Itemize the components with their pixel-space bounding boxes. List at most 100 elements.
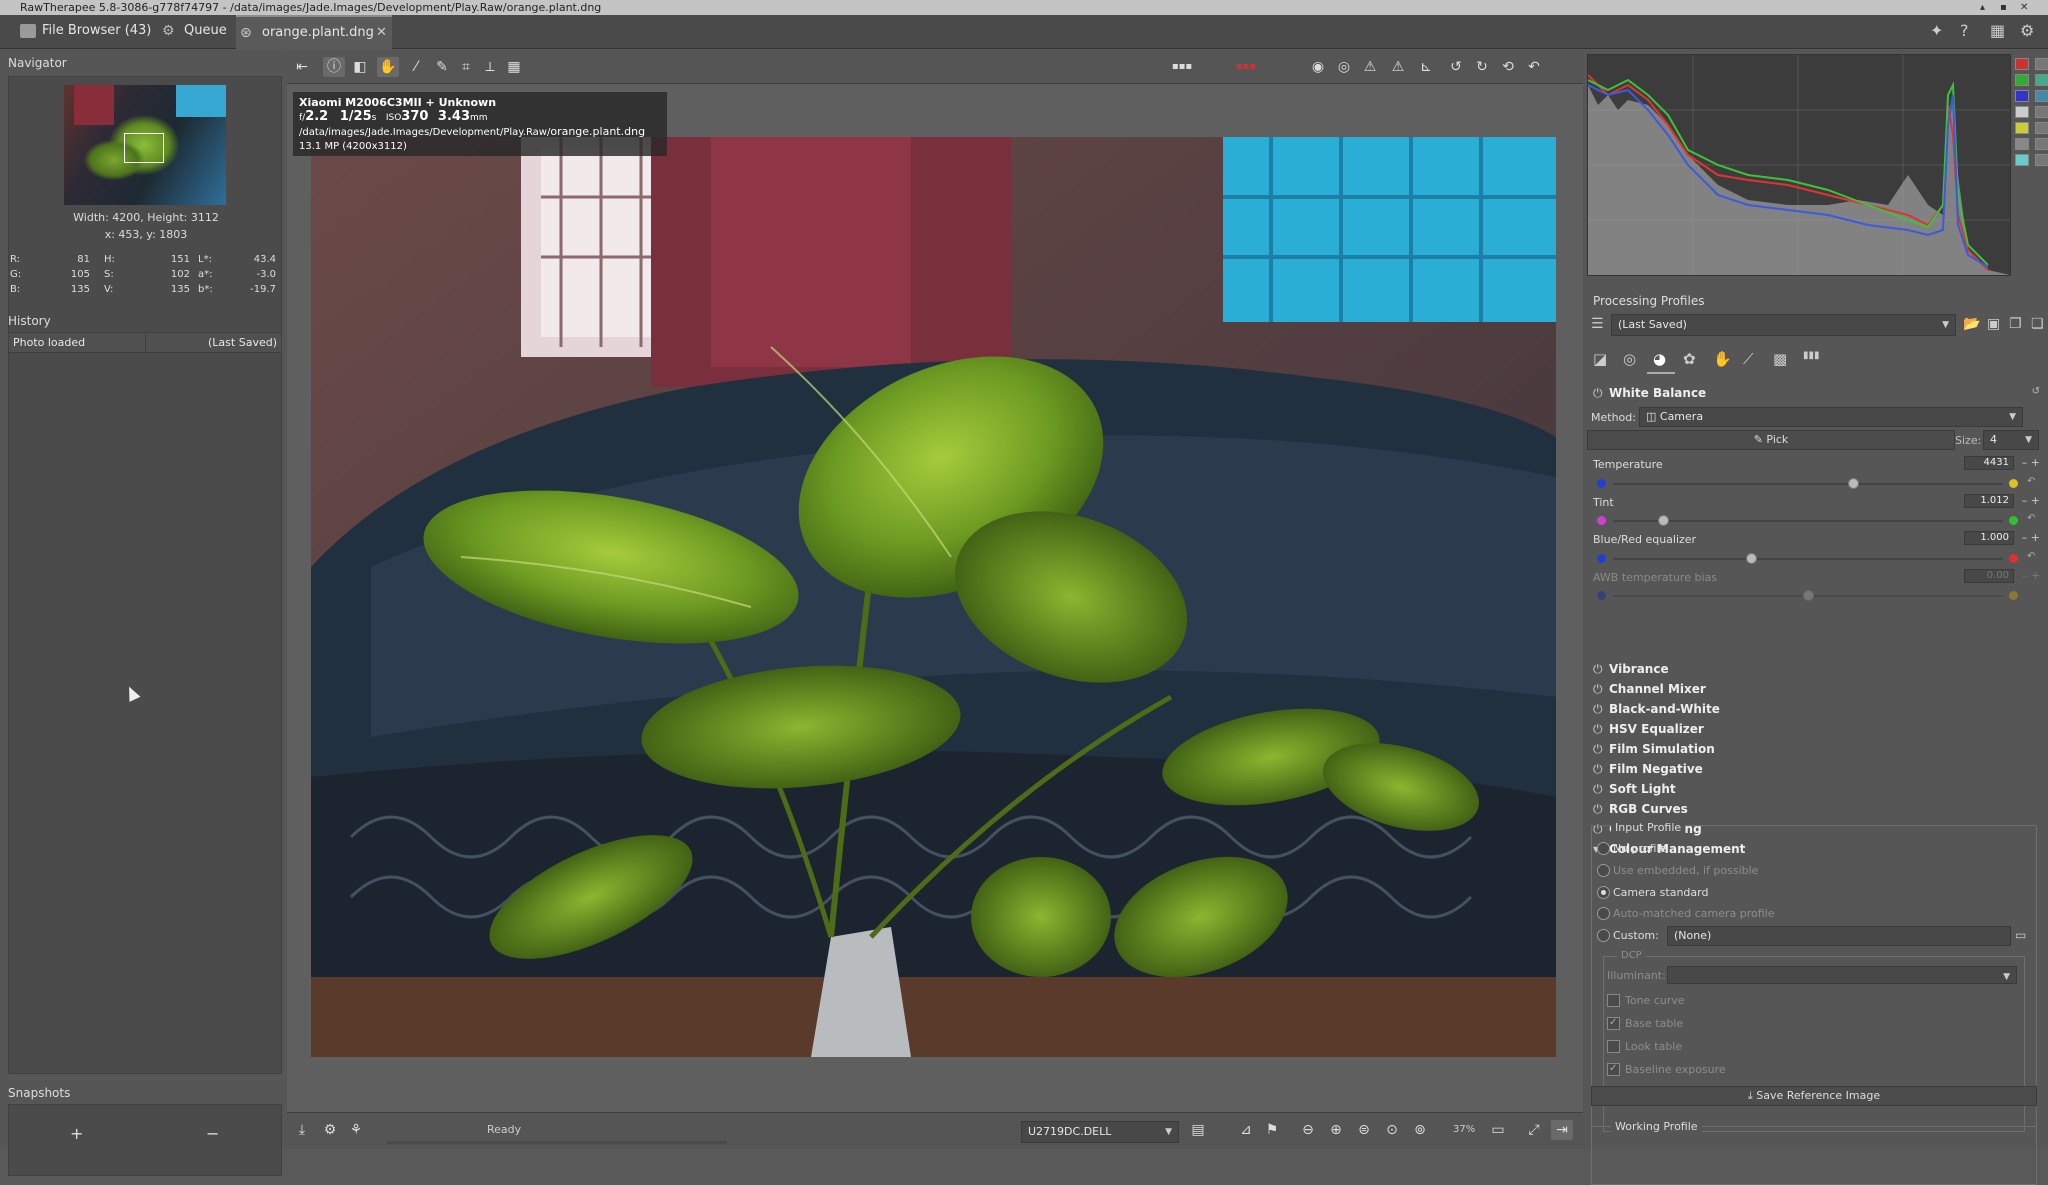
tab-advanced-icon[interactable]: ✿ <box>1683 350 1696 368</box>
rotate-right-icon[interactable]: ↻ <box>1471 57 1493 77</box>
shadow-clip-icon[interactable]: ◎ <box>1333 57 1355 77</box>
rotate-left-icon[interactable]: ↺ <box>1445 57 1467 77</box>
tab-queue[interactable]: ⚙ Queue <box>158 15 234 49</box>
power-icon[interactable]: ⏻ <box>1593 802 1603 817</box>
tool-header-channel-mixer[interactable]: ⏻ Channel Mixer <box>1593 682 1706 697</box>
histogram-toggle-icon[interactable]: ⊾ <box>1415 57 1437 77</box>
save-image-icon[interactable]: ⤓ <box>291 1120 313 1140</box>
custom-profile-field[interactable]: (None) <box>1667 926 2011 946</box>
tab-file-browser[interactable]: File Browser (43) <box>16 15 156 49</box>
open-profile-icon[interactable]: 📂 <box>1963 316 1980 332</box>
baseline-exposure-checkbox[interactable]: Baseline exposure <box>1607 1062 1726 1077</box>
zoom-in-icon[interactable]: ⊕ <box>1325 1120 1347 1140</box>
zoom-100-icon[interactable]: ⊚ <box>1409 1120 1431 1140</box>
rgb-channels-icon[interactable]: ▪▪▪ <box>1235 57 1257 77</box>
highlight-warning-icon[interactable]: ⚠ <box>1359 57 1381 77</box>
external-editor-icon[interactable]: ⚘ <box>345 1120 367 1140</box>
histogram-bar-toggle[interactable] <box>2035 58 2048 70</box>
tone-curve-checkbox[interactable]: Tone curve <box>1607 994 1685 1008</box>
copy-profile-icon[interactable]: ❐ <box>2009 316 2022 332</box>
profile-list-icon[interactable]: ☰ <box>1591 316 1604 332</box>
tool-header-rgb-curves[interactable]: ⏻ RGB Curves <box>1593 802 1688 817</box>
power-icon[interactable]: ⏻ <box>1593 662 1603 677</box>
histogram-blue-toggle[interactable] <box>2015 90 2029 102</box>
histogram-chroma-toggle[interactable] <box>2015 122 2029 134</box>
save-profile-icon[interactable]: ▣ <box>1987 316 2000 332</box>
remove-snapshot-button[interactable]: − <box>206 1124 219 1143</box>
processing-profile-select[interactable]: (Last Saved) ▼ <box>1611 314 1956 336</box>
tool-header-soft-light[interactable]: ⏻ Soft Light <box>1593 782 1676 797</box>
histogram-vectorscope-toggle[interactable] <box>2035 122 2048 134</box>
wb-pick-button[interactable]: ✎ Pick <box>1587 430 1955 450</box>
tool-header-film-negative[interactable]: ⏻ Film Negative <box>1593 762 1703 777</box>
temperature-value[interactable]: 4431 <box>1964 456 2014 470</box>
monitor-profile-select[interactable]: U2719DC.DELL ▼ <box>1021 1121 1179 1143</box>
tool-header-film-simulation[interactable]: ⏻ Film Simulation <box>1593 742 1715 757</box>
base-table-checkbox[interactable]: Base table <box>1607 1016 1683 1031</box>
tint-slider-knob[interactable] <box>1658 515 1670 526</box>
tool-header-vibrance[interactable]: ⏻ Vibrance <box>1593 662 1669 677</box>
send-to-queue-icon[interactable]: ⚙ <box>319 1120 341 1140</box>
tab-editor[interactable]: ⊛ orange.plant.dng ✕ <box>236 15 392 49</box>
power-icon[interactable]: ⏻ <box>1593 702 1603 717</box>
rendering-intent-icon[interactable]: ▤ <box>1187 1120 1209 1140</box>
tint-reset-icon[interactable]: ↶ <box>2027 513 2035 524</box>
tab-detail-icon[interactable]: ◎ <box>1623 350 1636 368</box>
gamut-check-icon[interactable]: ⚑ <box>1261 1120 1283 1140</box>
tab-raw-icon[interactable]: ▩ <box>1773 350 1787 368</box>
paste-profile-icon[interactable]: ❏ <box>2031 316 2044 332</box>
auto-matched-radio[interactable]: Auto-matched camera profile <box>1597 907 1775 921</box>
histogram-mode-toggle[interactable] <box>2015 154 2029 166</box>
power-icon[interactable]: ⏻ <box>1593 386 1603 401</box>
zoom-out-icon[interactable]: ⊖ <box>1297 1120 1319 1140</box>
white-balance-header[interactable]: ⏻ White Balance <box>1593 386 1706 401</box>
before-after-icon[interactable]: ◧ <box>349 57 371 77</box>
softproof-icon[interactable]: ⊿ <box>1235 1120 1257 1140</box>
power-icon[interactable]: ⏻ <box>1593 682 1603 697</box>
histogram-red-toggle[interactable] <box>2015 58 2029 70</box>
spot-tool-icon[interactable]: ✎ <box>431 57 453 77</box>
info-icon[interactable]: ⓘ <box>323 57 345 77</box>
temperature-stepper[interactable]: – + <box>2022 456 2040 469</box>
zoom-crop-icon[interactable]: ⊙ <box>1381 1120 1403 1140</box>
tool-header-hsv-equalizer[interactable]: ⏻ HSV Equalizer <box>1593 722 1704 737</box>
crop-icon[interactable]: ⌗ <box>455 57 477 77</box>
temperature-slider-knob[interactable] <box>1847 478 1859 489</box>
perspective-icon[interactable]: ▦ <box>503 57 525 77</box>
zoom-fit-icon[interactable]: ⊜ <box>1353 1120 1375 1140</box>
histogram-settings-toggle[interactable] <box>2035 154 2048 166</box>
navigator-thumbnail[interactable] <box>64 85 226 205</box>
histogram-pointer-toggle[interactable] <box>2035 138 2048 150</box>
new-detail-window-icon[interactable]: ▭ <box>1487 1120 1509 1140</box>
fullscreen-icon[interactable]: ⤢ <box>1523 1120 1545 1140</box>
tab-transform-icon[interactable]: ⟋ <box>1743 350 1754 368</box>
minimize-icon[interactable]: ▴ <box>1980 0 1985 15</box>
histogram-raw-toggle[interactable] <box>2015 138 2029 150</box>
histogram-luminance-toggle[interactable] <box>2015 106 2029 118</box>
histogram-green-toggle[interactable] <box>2015 74 2029 86</box>
bluered-value[interactable]: 1.000 <box>1964 531 2014 545</box>
power-icon[interactable]: ⏻ <box>1593 782 1603 797</box>
layout-icon[interactable]: ▦ <box>1990 21 2005 40</box>
no-profile-radio[interactable]: No profile <box>1597 842 1666 856</box>
wb-size-select[interactable]: 4 ▼ <box>1983 430 2039 450</box>
toggle-left-panel-icon[interactable]: ⇤ <box>291 57 313 77</box>
hand-tool-icon[interactable]: ✋ <box>377 57 399 77</box>
bluered-stepper[interactable]: – + <box>2022 531 2040 544</box>
power-icon[interactable]: ⏻ <box>1593 742 1603 757</box>
tint-stepper[interactable]: – + <box>2022 494 2040 507</box>
reset-icon[interactable]: ↺ <box>2032 386 2040 397</box>
tool-header-black-and-white[interactable]: ⏻ Black-and-White <box>1593 702 1720 717</box>
preferences-icon[interactable]: ⚙ <box>2020 21 2034 40</box>
histogram[interactable] <box>1587 54 2011 276</box>
focus-mask-icon[interactable]: ◉ <box>1307 57 1329 77</box>
tint-slider[interactable] <box>1613 515 2003 526</box>
wb-method-select[interactable]: ◫ Camera ▼ <box>1639 407 2023 427</box>
power-icon[interactable]: ⏻ <box>1593 722 1603 737</box>
history-row[interactable]: Photo loaded (Last Saved) <box>9 333 281 353</box>
custom-profile-radio[interactable]: Custom: <box>1597 929 1659 943</box>
preview-channel-icon[interactable]: ▪▪▪ <box>1171 57 1193 77</box>
tint-value[interactable]: 1.012 <box>1964 494 2014 508</box>
new-window-icon[interactable]: ✦ <box>1930 21 1943 40</box>
close-tab-icon[interactable]: ✕ <box>376 17 387 49</box>
